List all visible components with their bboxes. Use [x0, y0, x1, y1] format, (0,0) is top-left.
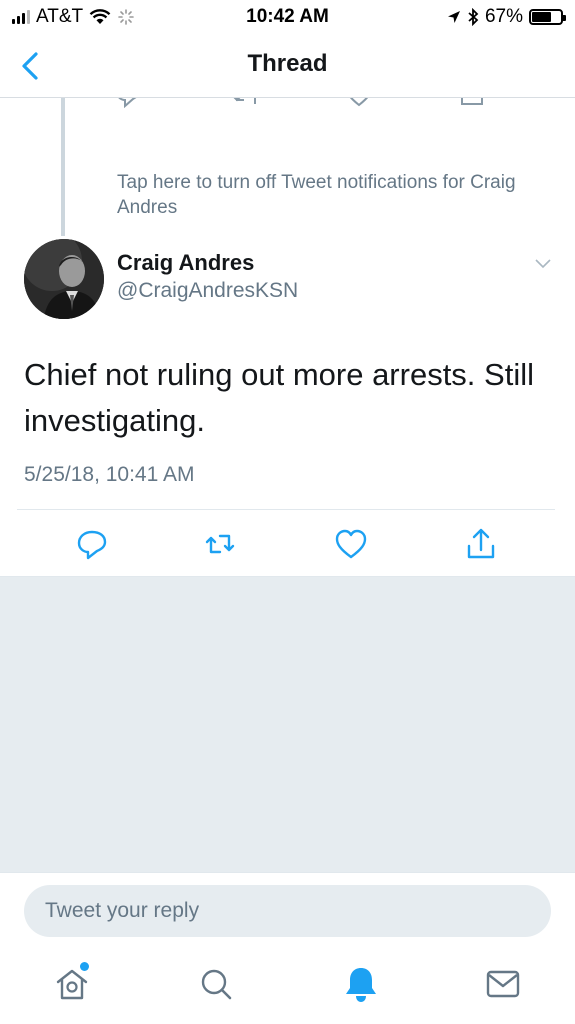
divider [17, 509, 555, 510]
nav-bar: Thread [0, 34, 575, 98]
reply-input[interactable] [24, 885, 551, 937]
share-icon[interactable] [464, 526, 498, 562]
reply-icon[interactable] [75, 526, 109, 562]
thread-connector-line [61, 98, 65, 236]
chevron-down-icon[interactable] [534, 258, 552, 270]
tweet-actions [0, 526, 575, 562]
messages-icon[interactable] [483, 962, 523, 1006]
location-arrow-icon [447, 11, 460, 23]
notification-prompt[interactable]: Tap here to turn off Tweet notifications… [117, 170, 537, 220]
retweet-icon[interactable] [203, 526, 237, 562]
search-icon[interactable] [196, 962, 236, 1006]
like-icon[interactable] [334, 526, 368, 562]
profile-photo [24, 239, 104, 319]
battery-fill [532, 12, 551, 22]
avatar[interactable] [24, 239, 104, 319]
bluetooth-icon [468, 8, 479, 26]
author-name[interactable]: Craig Andres [117, 250, 254, 276]
tweet-timestamp: 5/25/18, 10:41 AM [24, 463, 195, 486]
notifications-icon[interactable] [341, 962, 381, 1006]
page-title: Thread [247, 50, 328, 77]
status-bar: AT&T 10:42 AM 67% [0, 0, 575, 34]
home-unread-dot [80, 962, 89, 971]
status-right: 67% [447, 6, 566, 28]
battery-percent: 67% [484, 6, 523, 27]
author-handle[interactable]: @CraigAndresKSN [117, 279, 298, 303]
battery-icon [529, 9, 566, 25]
tweet-text: Chief not ruling out more arrests. Still… [24, 357, 534, 438]
thread-empty-area [0, 576, 575, 872]
